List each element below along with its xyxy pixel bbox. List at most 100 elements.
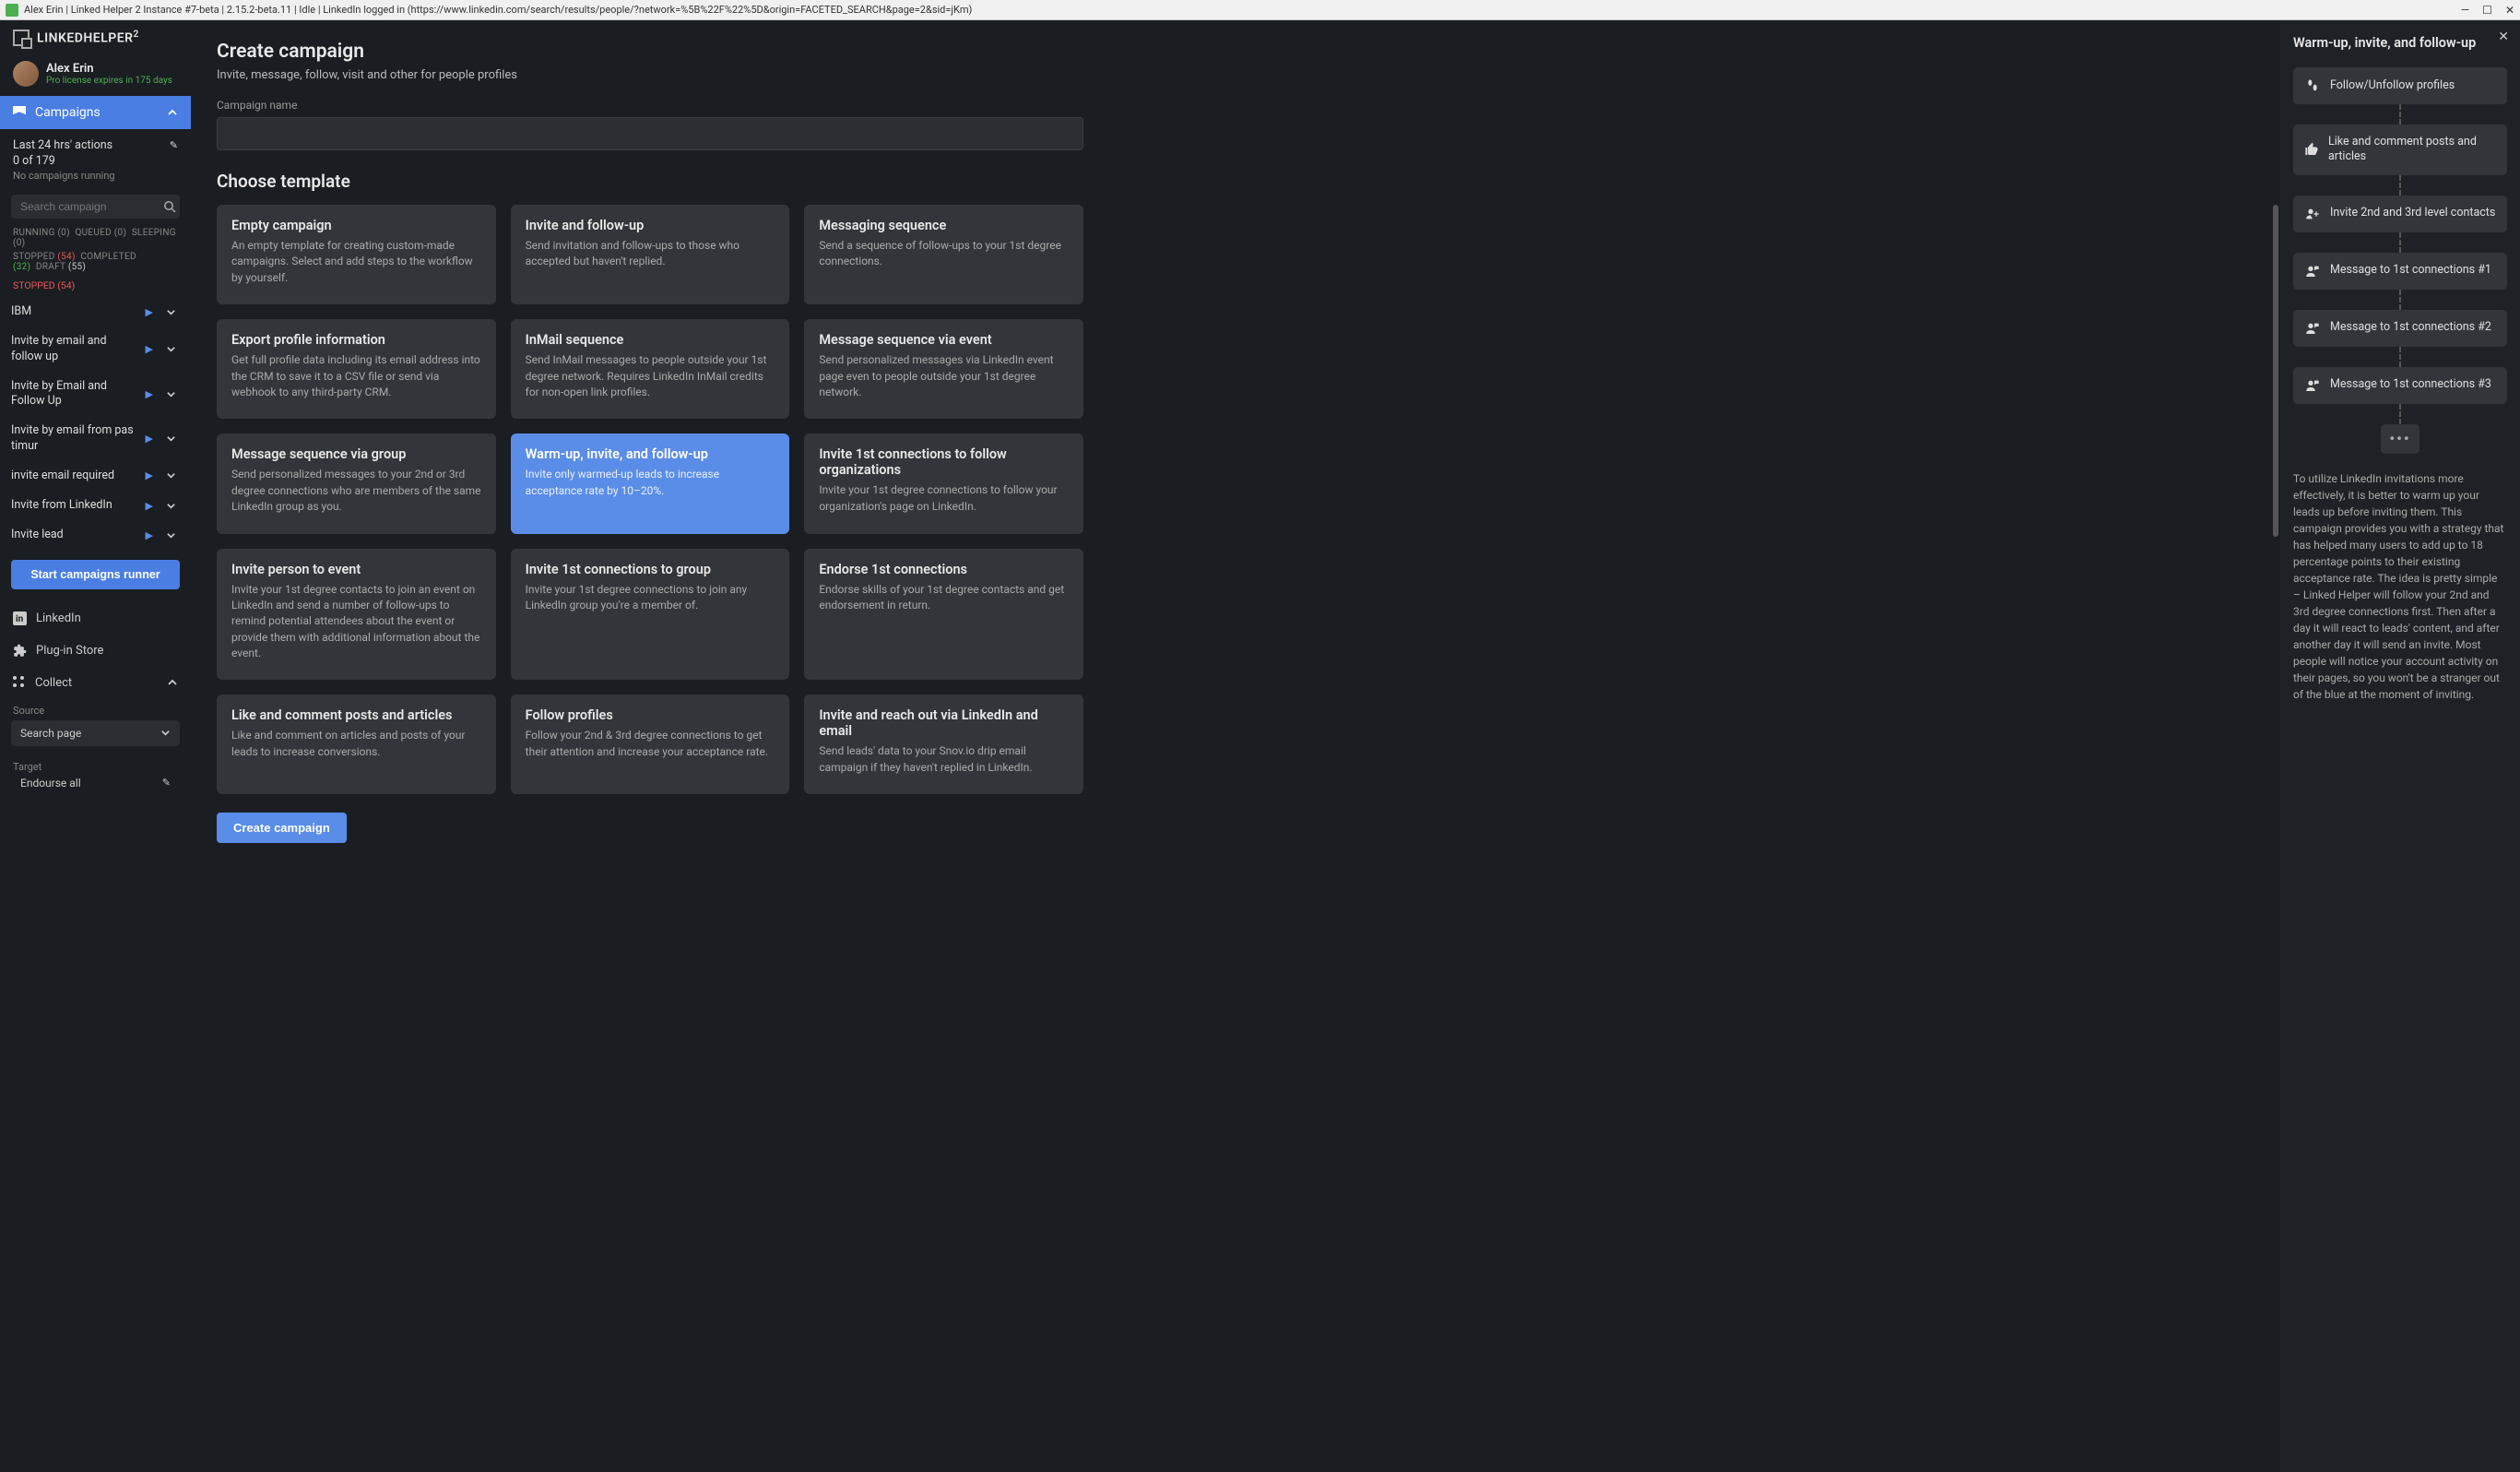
collect-icon	[13, 676, 26, 689]
template-title: Invite person to event	[231, 562, 481, 577]
template-desc: An empty template for creating custom-ma…	[231, 238, 481, 286]
play-icon[interactable]: ▶	[142, 500, 157, 512]
edit-icon[interactable]: ✎	[162, 777, 171, 789]
template-card[interactable]: Follow profiles Follow your 2nd & 3rd de…	[511, 694, 790, 794]
app-icon	[6, 4, 18, 17]
chevron-down-icon[interactable]	[162, 501, 180, 511]
template-card[interactable]: Message sequence via group Send personal…	[217, 433, 496, 533]
step-connector	[2293, 104, 2507, 125]
workflow-step[interactable]: Message to 1st connections #2	[2293, 310, 2507, 347]
template-card[interactable]: InMail sequence Send InMail messages to …	[511, 319, 790, 419]
template-desc: Like and comment on articles and posts o…	[231, 728, 481, 760]
template-title: Invite and reach out via LinkedIn and em…	[819, 707, 1069, 739]
more-steps-button[interactable]: •••	[2381, 424, 2419, 454]
campaign-row[interactable]: IBM ▶	[0, 297, 191, 326]
nav-collect[interactable]: Collect	[0, 667, 191, 699]
scrollbar-thumb[interactable]	[2273, 205, 2278, 537]
close-window-button[interactable]: ✕	[2505, 5, 2514, 16]
chevron-down-icon[interactable]	[162, 530, 180, 540]
choose-template-heading: Choose template	[217, 171, 1083, 192]
workflow-step[interactable]: Invite 2nd and 3rd level contacts	[2293, 196, 2507, 232]
create-campaign-button[interactable]: Create campaign	[217, 813, 347, 843]
play-icon[interactable]: ▶	[142, 343, 157, 355]
template-card[interactable]: Messaging sequence Send a sequence of fo…	[804, 205, 1083, 304]
user-info[interactable]: Alex Erin Pro license expires in 175 day…	[0, 55, 191, 96]
campaign-label: Invite from LinkedIn	[11, 498, 136, 513]
search-icon[interactable]	[163, 200, 176, 213]
svg-text:in: in	[16, 614, 24, 624]
search-campaign-box[interactable]	[11, 195, 180, 219]
chevron-down-icon[interactable]	[162, 433, 180, 444]
campaign-label: invite email required	[11, 469, 136, 483]
template-desc: Follow your 2nd & 3rd degree connections…	[526, 728, 775, 760]
source-label: Source	[0, 699, 191, 720]
right-panel-title: Warm-up, invite, and follow-up	[2293, 35, 2507, 51]
chevron-up-icon[interactable]	[167, 107, 178, 118]
step-connector	[2293, 232, 2507, 253]
nav-plugin-store[interactable]: Plug-in Store	[0, 635, 191, 667]
nav-linkedin[interactable]: in LinkedIn	[0, 602, 191, 635]
template-card[interactable]: Endorse 1st connections Endorse skills o…	[804, 549, 1083, 681]
workflow-step[interactable]: Follow/Unfollow profiles	[2293, 67, 2507, 104]
template-desc: Send a sequence of follow-ups to your 1s…	[819, 238, 1069, 270]
target-select[interactable]: Endourse all ✎	[11, 777, 180, 796]
close-icon[interactable]: ✕	[2498, 30, 2509, 44]
template-card[interactable]: Invite and reach out via LinkedIn and em…	[804, 694, 1083, 794]
target-value: Endourse all	[20, 777, 81, 789]
brand-icon	[13, 30, 30, 46]
play-icon[interactable]: ▶	[142, 306, 157, 318]
campaign-row[interactable]: Invite lead ▶	[0, 520, 191, 550]
search-campaign-input[interactable]	[20, 200, 163, 213]
maximize-button[interactable]: ☐	[2482, 5, 2492, 16]
template-title: Warm-up, invite, and follow-up	[526, 446, 775, 462]
play-icon[interactable]: ▶	[142, 388, 157, 400]
campaign-row[interactable]: Invite by Email and Follow Up ▶	[0, 372, 191, 417]
campaign-row[interactable]: Invite by email from pas timur ▶	[0, 416, 191, 461]
template-card[interactable]: Message sequence via event Send personal…	[804, 319, 1083, 419]
invite-icon	[2304, 206, 2321, 222]
edit-icon[interactable]: ✎	[170, 139, 178, 151]
stats-status: No campaigns running	[13, 170, 178, 182]
right-panel-description: To utilize LinkedIn invitations more eff…	[2293, 470, 2507, 703]
start-runner-button[interactable]: Start campaigns runner	[11, 560, 180, 589]
play-icon[interactable]: ▶	[142, 433, 157, 445]
campaign-label: Invite by email from pas timur	[11, 423, 136, 454]
template-card[interactable]: Invite person to event Invite your 1st d…	[217, 549, 496, 681]
campaign-row[interactable]: Invite by email and follow up ▶	[0, 326, 191, 372]
window-title: Alex Erin | Linked Helper 2 Instance #7-…	[24, 4, 972, 16]
template-card[interactable]: Invite and follow-up Send invitation and…	[511, 205, 790, 304]
step-connector	[2293, 347, 2507, 367]
chevron-down-icon[interactable]	[162, 470, 180, 481]
minimize-button[interactable]: —	[2461, 5, 2469, 16]
template-card[interactable]: Invite 1st connections to follow organiz…	[804, 433, 1083, 533]
stopped-group-header[interactable]: STOPPED (54)	[0, 274, 191, 297]
template-card[interactable]: Warm-up, invite, and follow-up Invite on…	[511, 433, 790, 533]
workflow-step[interactable]: Like and comment posts and articles	[2293, 125, 2507, 175]
template-desc: Endorse skills of your 1st degree contac…	[819, 582, 1069, 614]
template-card[interactable]: Empty campaign An empty template for cre…	[217, 205, 496, 304]
chevron-up-icon[interactable]	[167, 677, 178, 688]
play-icon[interactable]: ▶	[142, 529, 157, 541]
user-name: Alex Erin	[46, 62, 172, 76]
chevron-down-icon[interactable]	[162, 344, 180, 354]
sidebar: LINKEDHELPER2 Alex Erin Pro license expi…	[0, 20, 191, 1472]
template-card[interactable]: Invite 1st connections to group Invite y…	[511, 549, 790, 681]
chevron-down-icon[interactable]	[162, 389, 180, 399]
campaign-row[interactable]: invite email required ▶	[0, 461, 191, 491]
campaign-row[interactable]: Invite from LinkedIn ▶	[0, 491, 191, 520]
linkedin-icon: in	[13, 611, 27, 625]
chevron-down-icon[interactable]	[162, 307, 180, 317]
workflow-step[interactable]: Message to 1st connections #3	[2293, 367, 2507, 404]
campaign-name-input[interactable]	[217, 117, 1083, 150]
target-label: Target	[0, 755, 191, 777]
nav-campaigns[interactable]: Campaigns	[0, 96, 191, 129]
template-card[interactable]: Export profile information Get full prof…	[217, 319, 496, 419]
page-subtitle: Invite, message, follow, visit and other…	[217, 68, 1083, 82]
source-select[interactable]: Search page	[11, 720, 180, 746]
campaign-name-label: Campaign name	[217, 99, 1083, 112]
template-title: Message sequence via group	[231, 446, 481, 462]
play-icon[interactable]: ▶	[142, 469, 157, 481]
template-card[interactable]: Like and comment posts and articles Like…	[217, 694, 496, 794]
workflow-step[interactable]: Message to 1st connections #1	[2293, 253, 2507, 290]
page-title: Create campaign	[217, 41, 1083, 63]
